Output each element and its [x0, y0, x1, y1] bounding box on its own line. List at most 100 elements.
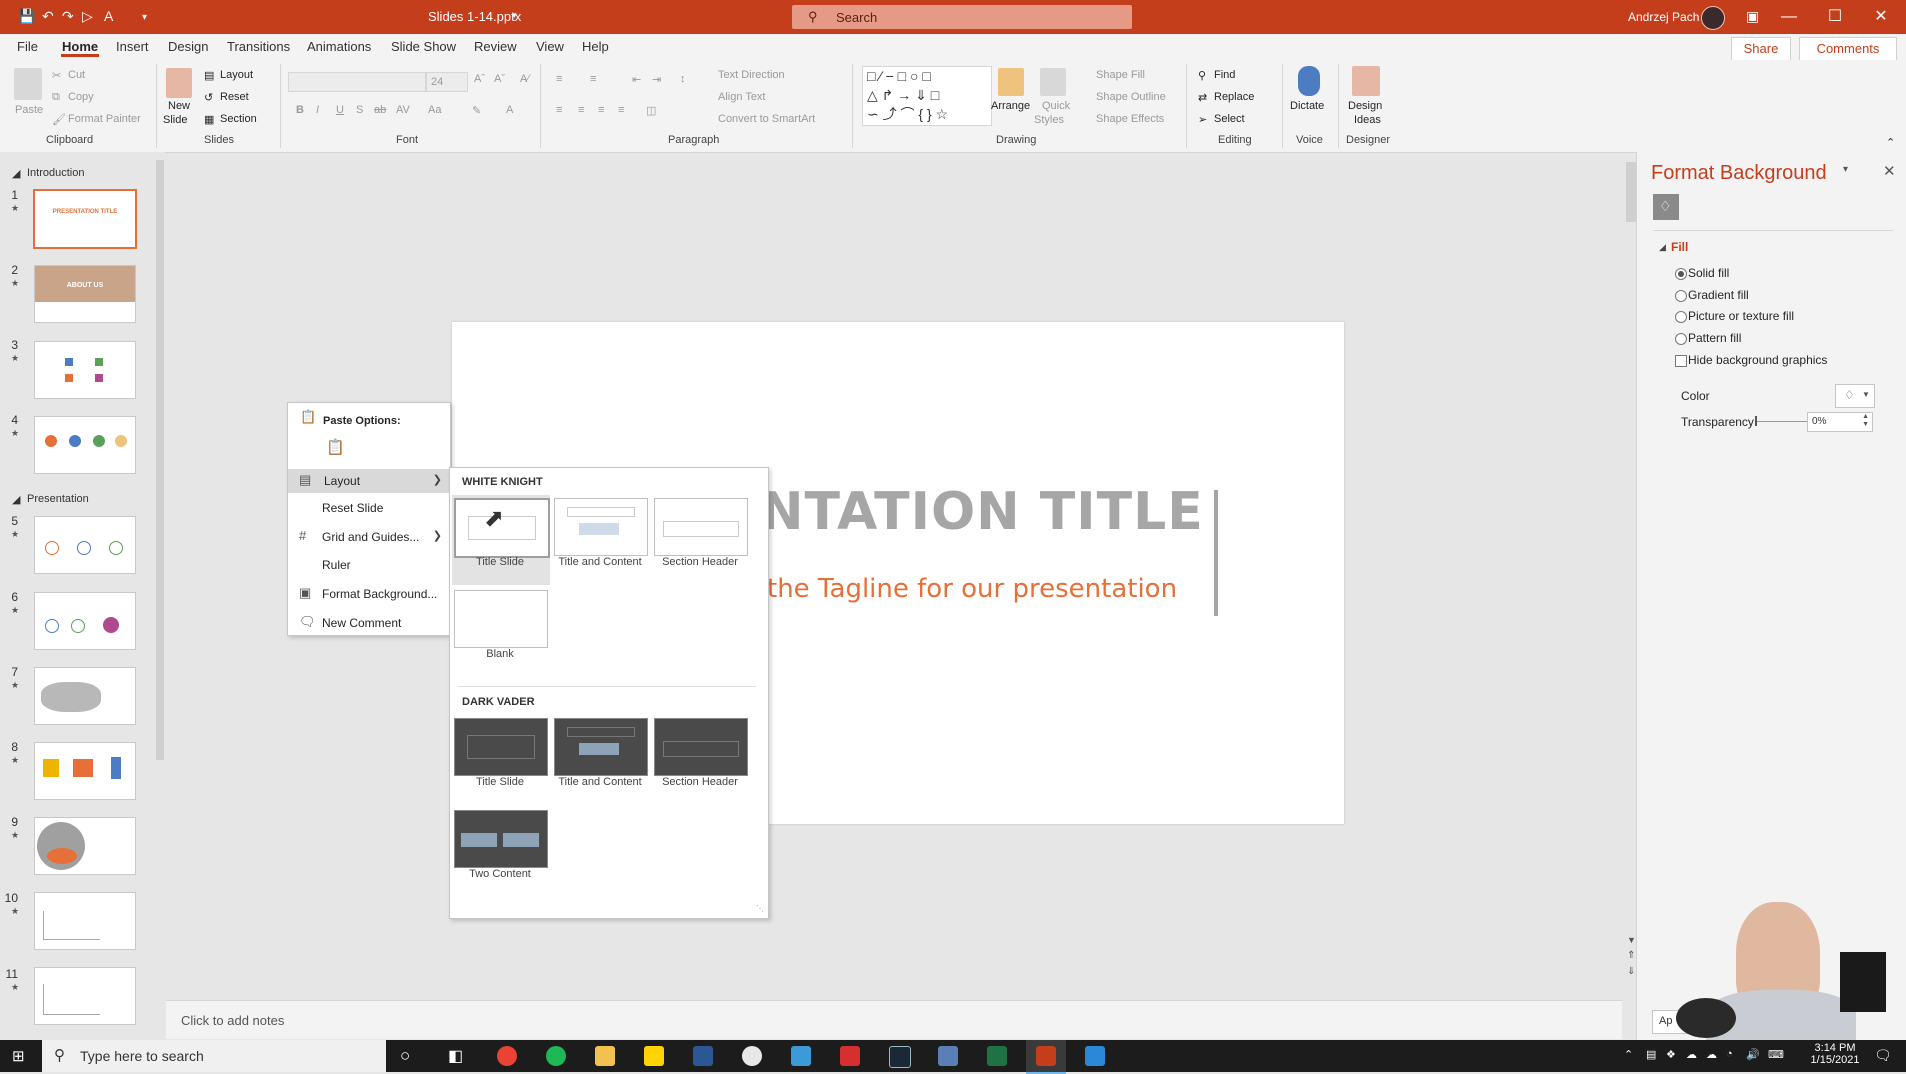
new-slide-button[interactable]: New — [168, 100, 190, 112]
layout-thumb-section-header[interactable] — [654, 498, 748, 556]
microphone-icon[interactable] — [1298, 66, 1320, 96]
slide-thumbnail-10[interactable] — [34, 892, 136, 950]
arrange-icon[interactable] — [998, 68, 1024, 96]
collapse-fill-icon[interactable]: ◢ — [1659, 242, 1666, 253]
title-dropdown-icon[interactable]: ▾ — [512, 10, 517, 21]
shadow-icon[interactable]: S — [356, 104, 363, 116]
align-right-icon[interactable]: ≡ — [598, 104, 604, 116]
fill-section-heading[interactable]: Fill — [1671, 240, 1688, 254]
bold-icon[interactable]: B — [296, 104, 304, 116]
design-ideas-button[interactable]: Design — [1348, 100, 1382, 112]
reset-button[interactable]: Reset — [220, 91, 249, 103]
tab-insert[interactable]: Insert — [116, 39, 149, 54]
new-slide-icon[interactable] — [166, 68, 192, 98]
app-icon[interactable] — [791, 1046, 811, 1066]
transparency-input[interactable]: 0% ▲ ▼ — [1807, 412, 1873, 432]
section-collapse-icon[interactable]: ◢ — [12, 167, 20, 180]
copy-button[interactable]: Copy — [68, 91, 94, 103]
layout-button[interactable]: Layout — [220, 69, 253, 81]
columns-icon[interactable]: ◫ — [646, 104, 656, 117]
avatar[interactable] — [1701, 6, 1725, 30]
network-app-icon[interactable] — [938, 1046, 958, 1066]
quick-styles-icon[interactable] — [1040, 68, 1066, 96]
start-from-beginning-icon[interactable]: ▷ — [82, 8, 93, 25]
wifi-icon[interactable]: ◔ — [1726, 1048, 1733, 1060]
underline-icon[interactable]: U — [336, 104, 344, 116]
slack-icon[interactable] — [742, 1046, 762, 1066]
excel-icon[interactable] — [987, 1046, 1007, 1066]
paste-icon[interactable] — [14, 68, 42, 100]
close-icon[interactable]: ✕ — [1883, 162, 1896, 180]
slide-thumbnail-5[interactable] — [34, 516, 136, 574]
thumbnail-scrollbar[interactable] — [156, 160, 164, 760]
char-spacing-icon[interactable]: AV — [396, 104, 410, 116]
slide-thumbnail-8[interactable] — [34, 742, 136, 800]
copy-icon[interactable]: ⧉ — [52, 91, 60, 104]
spinner-icon[interactable]: ▲ ▼ — [1862, 413, 1869, 429]
sticky-notes-icon[interactable] — [644, 1046, 664, 1066]
ribbon-display-options-icon[interactable]: ▣ — [1746, 8, 1759, 25]
notes-pane[interactable]: Click to add notes — [166, 1000, 1622, 1039]
tab-design[interactable]: Design — [168, 39, 208, 54]
align-center-icon[interactable]: ≡ — [578, 104, 584, 116]
chrome-icon[interactable] — [497, 1046, 517, 1066]
picture-fill-label[interactable]: Picture or texture fill — [1688, 309, 1794, 323]
slide-tagline[interactable]: the Tagline for our presentation — [767, 574, 1177, 604]
shape-effects-button[interactable]: Shape Effects — [1096, 113, 1164, 125]
quick-styles-button[interactable]: Quick — [1042, 100, 1070, 112]
minimize-icon[interactable]: — — [1766, 0, 1812, 34]
format-painter-button[interactable]: Format Painter — [68, 113, 141, 125]
section-button[interactable]: Section — [220, 113, 257, 125]
tab-view[interactable]: View — [536, 39, 564, 54]
search-input[interactable]: ⚲ Search — [792, 5, 1132, 29]
find-icon[interactable]: ⚲ — [1198, 69, 1206, 82]
tab-slide-show[interactable]: Slide Show — [391, 39, 456, 54]
replace-button[interactable]: Replace — [1214, 91, 1254, 103]
onedrive-personal-icon[interactable]: ☁ — [1706, 1048, 1717, 1061]
shrink-font-icon[interactable]: Aˇ — [494, 73, 505, 85]
tab-file[interactable]: File — [17, 39, 38, 54]
tab-help[interactable]: Help — [582, 39, 609, 54]
slide-thumbnail-4[interactable] — [34, 416, 136, 474]
resize-grip-icon[interactable]: ⋱ — [756, 904, 764, 913]
layout-thumb-title-content[interactable] — [554, 498, 648, 556]
format-painter-icon[interactable]: 🖌 — [52, 113, 66, 126]
share-button[interactable]: Share — [1731, 37, 1791, 61]
word-icon[interactable] — [693, 1046, 713, 1066]
find-button[interactable]: Find — [1214, 69, 1235, 81]
color-picker-button[interactable]: ♢ ▼ — [1835, 384, 1875, 408]
design-ideas-button-line2[interactable]: Ideas — [1354, 114, 1381, 126]
menu-item-ruler[interactable]: Ruler — [288, 553, 450, 577]
picture-fill-radio[interactable] — [1675, 311, 1687, 323]
user-name[interactable]: Andrzej Pach — [1628, 10, 1699, 24]
slide-thumbnail-1[interactable]: PRESENTATION TITLE — [33, 189, 137, 249]
dictate-button[interactable]: Dictate — [1290, 100, 1324, 112]
dropbox-icon[interactable]: ❖ — [1666, 1048, 1676, 1061]
slide-thumbnail-6[interactable] — [34, 592, 136, 650]
clock[interactable]: 3:14 PM 1/15/2021 — [1800, 1042, 1870, 1066]
quick-styles-button-line2[interactable]: Styles — [1034, 114, 1064, 126]
acrobat-icon[interactable] — [840, 1046, 860, 1066]
line-spacing-icon[interactable]: ↕ — [680, 73, 686, 85]
canvas-scrollbar[interactable] — [1626, 162, 1636, 222]
clear-formatting-icon[interactable]: A⁄ — [520, 73, 529, 85]
increase-indent-icon[interactable]: ⇥ — [652, 73, 661, 86]
change-case-icon[interactable]: Aa — [428, 104, 441, 116]
layout-thumb-dark-title-slide[interactable] — [454, 718, 548, 776]
slide-thumbnail-11[interactable] — [34, 967, 136, 1025]
bullets-icon[interactable]: ≡ — [556, 73, 562, 85]
video-app-icon[interactable] — [1085, 1046, 1105, 1066]
select-icon[interactable]: ➢ — [1198, 113, 1207, 126]
select-button[interactable]: Select — [1214, 113, 1245, 125]
tab-transitions[interactable]: Transitions — [227, 39, 290, 54]
layout-thumb-dark-title-content[interactable] — [554, 718, 648, 776]
align-left-icon[interactable]: ≡ — [556, 104, 562, 116]
scroll-down-icon[interactable]: ▼ — [1627, 935, 1636, 945]
design-ideas-icon[interactable] — [1352, 66, 1380, 96]
solid-fill-label[interactable]: Solid fill — [1688, 266, 1729, 280]
gradient-fill-label[interactable]: Gradient fill — [1688, 288, 1749, 302]
slide-thumbnail-7[interactable] — [34, 667, 136, 725]
highlight-icon[interactable]: ✎ — [472, 104, 481, 117]
tray-app-icon[interactable]: ▤ — [1646, 1048, 1656, 1061]
layout-thumb-dark-two-content[interactable] — [454, 810, 548, 868]
